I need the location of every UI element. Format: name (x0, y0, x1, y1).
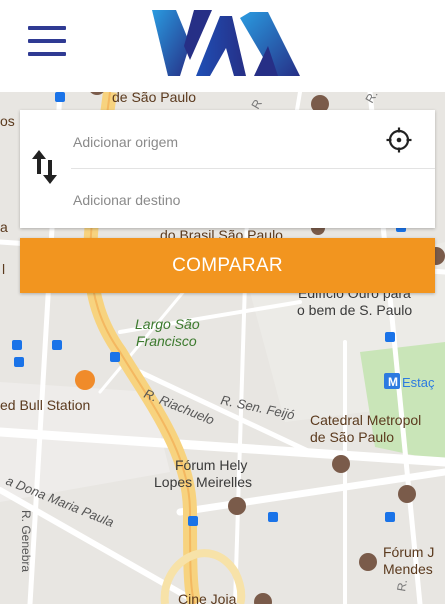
swap-arrows-icon[interactable] (30, 148, 60, 186)
destination-input[interactable] (71, 186, 385, 214)
divider (71, 168, 435, 169)
origin-input[interactable] (71, 128, 385, 156)
map-label: ed Bull Station (0, 397, 90, 413)
map-label: R. Genebra (19, 510, 33, 572)
hamburger-menu-icon[interactable] (28, 26, 66, 56)
menu-line (28, 26, 66, 30)
map-label: M (388, 375, 398, 389)
map-label: de São Paulo (310, 429, 394, 445)
yaa-logo (152, 10, 300, 76)
map-label: a (0, 219, 8, 235)
menu-line (28, 52, 66, 56)
map-label: Mendes (383, 561, 433, 577)
map-label: o bem de S. Paulo (297, 302, 412, 318)
map-label: Cine Joia (178, 591, 237, 604)
app-header (0, 0, 445, 92)
map-label: Fórum Hely (175, 457, 247, 473)
map-label: os (0, 113, 15, 129)
crosshair-locate-icon[interactable] (386, 127, 412, 153)
map-label: l (2, 261, 5, 277)
menu-line (28, 39, 66, 43)
route-input-card (20, 110, 435, 228)
map-label: Fórum J (383, 544, 434, 560)
map-label: Estaç (402, 375, 435, 390)
map-label: Catedral Metropol (310, 412, 421, 428)
compare-button[interactable]: COMPARAR (20, 238, 435, 293)
map-label: R. (394, 578, 410, 592)
map-label: de São Paulo (112, 92, 196, 105)
map-label: Lopes Meirelles (154, 474, 252, 490)
map-label: Francisco (136, 333, 197, 349)
map-label: Largo São (135, 316, 200, 332)
